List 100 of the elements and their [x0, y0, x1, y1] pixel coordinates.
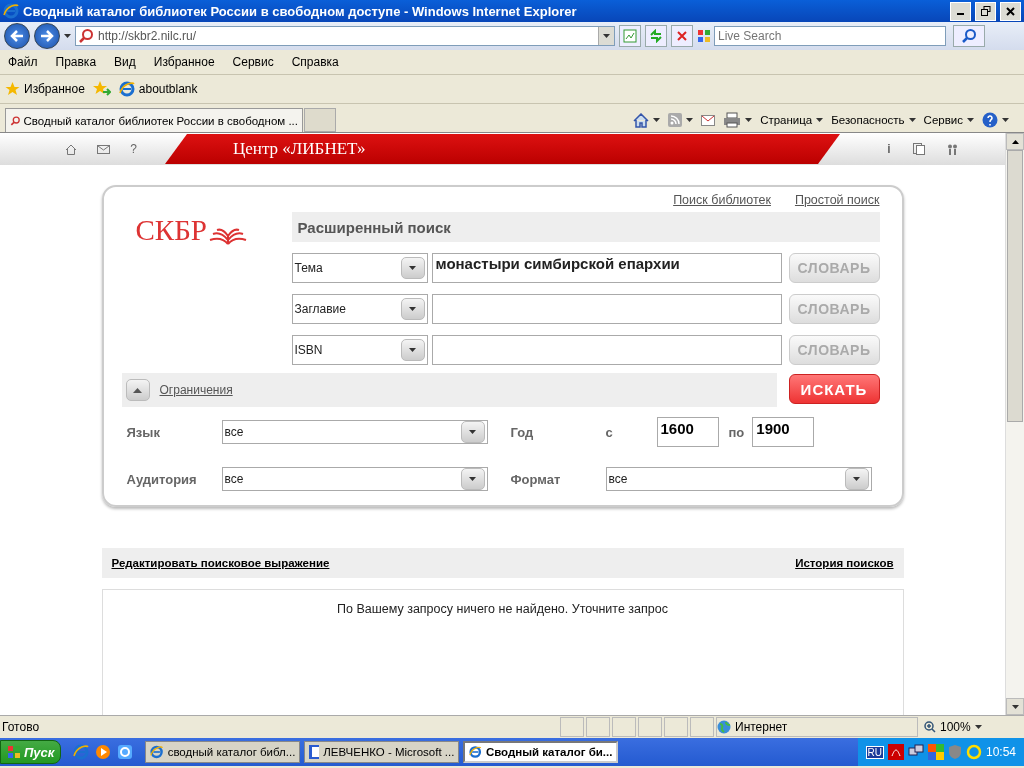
info-link[interactable]: i — [887, 142, 891, 156]
caret-down-icon — [853, 477, 860, 481]
minimize-button[interactable] — [950, 1, 971, 21]
page-icon — [623, 29, 637, 43]
caret-down-icon — [409, 266, 416, 270]
restore-button[interactable] — [975, 1, 996, 21]
document-icon — [309, 745, 320, 759]
help-circle-icon — [982, 112, 998, 128]
search-button[interactable] — [953, 25, 985, 47]
year-from-field[interactable]: 1600 — [656, 417, 719, 447]
status-text: Готово — [1, 720, 41, 734]
help-button[interactable] — [982, 112, 1009, 128]
home-icon[interactable] — [65, 143, 78, 155]
caret-up-icon — [1011, 139, 1019, 144]
forward-button[interactable] — [34, 23, 60, 49]
clock: 10:54 — [985, 745, 1016, 759]
people-icon[interactable] — [946, 143, 958, 155]
restrictions-link[interactable]: Ограничения — [159, 383, 233, 397]
browser-icon[interactable] — [117, 744, 134, 760]
close-button[interactable] — [1000, 1, 1021, 21]
dropdown-button[interactable] — [400, 339, 425, 361]
browser-tab[interactable]: Сводный каталог библиотек России в свободном ... — [5, 108, 303, 132]
taskbar-button[interactable]: ЛЕВЧЕНКО - Microsoft ... — [304, 741, 460, 763]
pages-icon[interactable] — [912, 143, 925, 155]
stop-button[interactable] — [671, 25, 693, 47]
mail-icon[interactable] — [97, 144, 111, 154]
query-field[interactable] — [431, 294, 782, 324]
caret-down-icon — [967, 118, 974, 122]
dropdown-button[interactable] — [844, 468, 869, 490]
feeds-button[interactable] — [668, 113, 694, 127]
dropdown-button[interactable] — [400, 257, 425, 279]
select-value: Тема — [294, 261, 323, 275]
feed-icon — [668, 113, 683, 127]
compatibility-button[interactable] — [619, 25, 641, 47]
dropdown-button[interactable] — [400, 298, 425, 320]
arrow-left-icon — [10, 30, 24, 42]
select-value: все — [224, 425, 244, 439]
query-field[interactable]: монастыри симбирской епархии — [431, 253, 782, 283]
home-button[interactable] — [633, 112, 661, 128]
status-pane — [690, 717, 714, 737]
search-field[interactable]: Live Search — [714, 26, 946, 46]
taskbar-button[interactable]: Сводный каталог би... — [463, 741, 619, 763]
media-player-icon[interactable] — [95, 744, 112, 760]
ie-icon — [469, 744, 482, 760]
year-to-field[interactable]: 1900 — [752, 417, 815, 447]
back-button[interactable] — [4, 23, 30, 49]
menu-item[interactable]: Сервис — [232, 55, 274, 69]
arrow-right-icon — [40, 30, 54, 42]
scroll-down-button[interactable] — [1006, 698, 1024, 715]
taskbar-button[interactable]: сводный каталог библ... — [145, 741, 301, 763]
status-pane — [638, 717, 662, 737]
search-history-link[interactable]: История поисков — [795, 557, 894, 569]
mail-button[interactable] — [701, 114, 716, 126]
edit-query-link[interactable]: Редактировать поисковое выражение — [111, 557, 330, 569]
printer-icon — [723, 112, 742, 128]
field-select[interactable]: ISBN — [291, 335, 428, 365]
command-menu[interactable]: Сервис — [923, 114, 974, 126]
menu-item[interactable]: Правка — [55, 55, 97, 69]
language-indicator[interactable]: RU — [865, 745, 884, 759]
help-link[interactable]: ? — [130, 142, 137, 156]
caret-down-icon — [409, 307, 416, 311]
select-field[interactable]: все — [221, 420, 488, 444]
menu-item[interactable]: Избранное — [153, 55, 215, 69]
toggle-button[interactable] — [125, 379, 150, 401]
dropdown-button[interactable] — [460, 468, 485, 490]
status-pane — [560, 717, 584, 737]
field-select[interactable]: Тема — [291, 253, 428, 283]
favorite-link[interactable]: aboutblank — [118, 81, 198, 97]
print-button[interactable] — [723, 112, 753, 128]
caret-down-icon — [469, 430, 476, 434]
colored-squares-icon[interactable] — [927, 744, 944, 760]
pdf-icon[interactable] — [887, 744, 904, 760]
favorites-button[interactable]: Избранное — [5, 81, 85, 97]
address-field[interactable]: http://skbr2.nilc.ru/ — [75, 26, 615, 46]
caret-down-icon — [469, 477, 476, 481]
caret-down-icon — [745, 118, 753, 122]
top-link[interactable]: Простой поиск — [794, 193, 880, 207]
open-book-icon — [208, 226, 247, 246]
select-field[interactable]: все — [221, 467, 488, 491]
field-select[interactable]: Заглавие — [291, 294, 428, 324]
dropdown-button[interactable] — [460, 421, 485, 443]
menu-item[interactable]: Справка — [291, 55, 339, 69]
field-label: по — [728, 424, 745, 440]
caret-down-icon — [653, 118, 661, 122]
query-field[interactable] — [431, 335, 782, 365]
scroll-up-button[interactable] — [1006, 133, 1024, 150]
select-field[interactable]: все — [605, 467, 872, 491]
windows-flag-icon — [697, 29, 711, 43]
menu-item[interactable]: Вид — [114, 55, 136, 69]
refresh-button[interactable] — [645, 25, 667, 47]
menu-item[interactable]: Файл — [8, 55, 38, 69]
scrollbar[interactable] — [1005, 133, 1024, 715]
zoom-control[interactable]: 100% — [918, 720, 1024, 734]
command-menu[interactable]: Безопасность — [831, 114, 916, 126]
status-pane — [612, 717, 636, 737]
scroll-thumb[interactable] — [1007, 150, 1023, 422]
address-dropdown-button[interactable] — [598, 27, 614, 45]
globe-icon — [717, 720, 731, 734]
top-link[interactable]: Поиск библиотек — [673, 193, 771, 207]
command-menu[interactable]: Страница — [760, 114, 824, 126]
